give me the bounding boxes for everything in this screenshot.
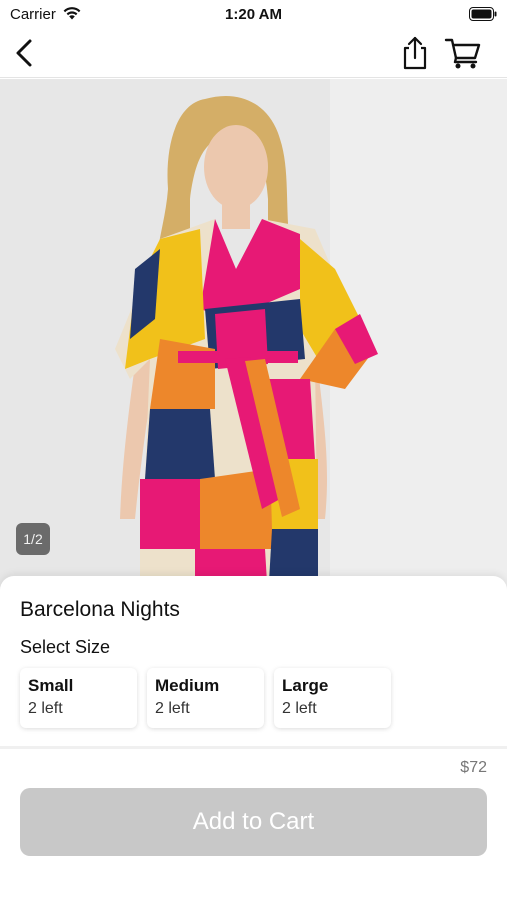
product-photo <box>0 79 507 599</box>
size-stock: 2 left <box>155 700 190 717</box>
size-option-medium[interactable]: Medium 2 left <box>147 668 264 728</box>
status-time: 1:20 AM <box>225 6 282 23</box>
product-image-carousel[interactable]: 1/2 <box>0 79 507 599</box>
add-to-cart-button[interactable]: Add to Cart <box>20 788 487 856</box>
size-name: Small <box>28 676 74 695</box>
share-icon[interactable] <box>398 34 432 72</box>
size-stock: 2 left <box>282 700 317 717</box>
price-label: $72 <box>460 759 487 776</box>
divider <box>0 746 507 749</box>
product-name: Barcelona Nights <box>20 598 180 621</box>
size-name: Large <box>282 676 329 695</box>
size-option-small[interactable]: Small 2 left <box>20 668 137 728</box>
size-name: Medium <box>155 676 220 695</box>
nav-bar <box>0 28 507 78</box>
select-size-label: Select Size <box>20 637 111 657</box>
product-details-sheet: Barcelona Nights Select Size Small 2 lef… <box>0 576 507 900</box>
size-option-large[interactable]: Large 2 left <box>274 668 391 728</box>
status-bar: Carrier 1:20 AM <box>0 0 507 28</box>
cart-icon[interactable] <box>443 36 483 70</box>
size-stock: 2 left <box>28 700 63 717</box>
image-page-indicator: 1/2 <box>16 523 50 555</box>
battery-icon <box>469 7 497 21</box>
back-chevron-icon[interactable] <box>10 36 40 70</box>
